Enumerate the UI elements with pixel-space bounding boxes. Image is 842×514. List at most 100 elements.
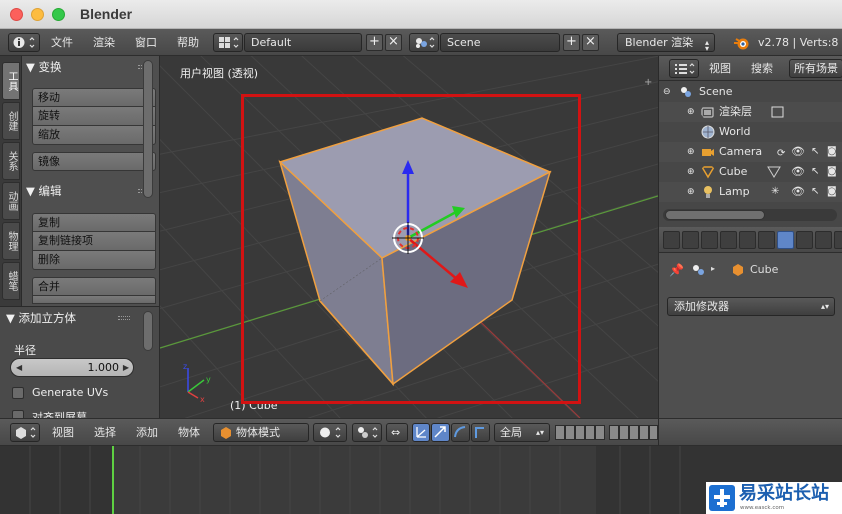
expand-plus-icon[interactable]: ⊕ bbox=[687, 162, 695, 182]
outliner-filter-select[interactable]: 所有场景 bbox=[789, 59, 842, 78]
render-camera-icon[interactable]: ◙ bbox=[827, 142, 837, 162]
view3d-menu-object[interactable]: 物体 bbox=[178, 419, 200, 447]
screen-layout-field[interactable]: Default bbox=[244, 33, 362, 52]
outliner-row-camera[interactable]: ⊕ Camera ⟳ 👁 ↖ ◙ bbox=[659, 142, 842, 162]
view3d-menu-view[interactable]: 视图 bbox=[52, 419, 74, 447]
viewport-corner-plus-icon[interactable]: + bbox=[644, 78, 654, 88]
tab-create[interactable]: 创建 bbox=[2, 102, 20, 140]
align-view-checkbox[interactable] bbox=[12, 410, 24, 418]
layer-button[interactable] bbox=[619, 425, 629, 440]
duplicate-button[interactable]: 复制 bbox=[32, 213, 156, 232]
expand-minus-icon[interactable]: ⊖ bbox=[663, 82, 671, 102]
layer-button[interactable] bbox=[629, 425, 639, 440]
selectable-cursor-icon[interactable]: ↖ bbox=[811, 162, 819, 182]
visibility-eye-icon[interactable]: 👁 bbox=[791, 182, 805, 202]
add-screen-button[interactable]: + bbox=[366, 34, 383, 51]
expand-plus-icon[interactable]: ⊕ bbox=[687, 102, 695, 122]
radius-input[interactable]: ◀ 1.000 ▶ bbox=[10, 358, 134, 377]
menu-file[interactable]: 文件 bbox=[51, 29, 73, 56]
tab-render-icon[interactable] bbox=[663, 231, 680, 249]
screen-layout-browse[interactable] bbox=[213, 33, 243, 52]
zoom-window-button[interactable] bbox=[52, 8, 65, 21]
render-engine-select[interactable]: Blender 渲染 ▴ ▾ bbox=[617, 33, 715, 53]
increment-arrow-icon[interactable]: ▶ bbox=[123, 359, 129, 376]
add-modifier-dropdown[interactable]: 添加修改器 ▴▾ bbox=[667, 297, 835, 316]
pin-icon[interactable]: 📌 bbox=[669, 263, 684, 277]
selectable-cursor-icon[interactable]: ↖ bbox=[811, 182, 819, 202]
outliner-row-lamp[interactable]: ⊕ Lamp ✳ 👁 ↖ ◙ bbox=[659, 182, 842, 202]
3d-viewport[interactable]: z y x 用户视图 (透视) (1) Cube + bbox=[160, 56, 658, 418]
view3d-menu-select[interactable]: 选择 bbox=[94, 419, 116, 447]
mirror-button[interactable]: 镜像 bbox=[32, 152, 156, 171]
layer-button[interactable] bbox=[649, 425, 658, 440]
delete-button[interactable]: 删除 bbox=[32, 251, 156, 270]
view3d-menu-add[interactable]: 添加 bbox=[136, 419, 158, 447]
layer-button[interactable] bbox=[555, 425, 565, 440]
outliner-editor-type[interactable] bbox=[669, 59, 699, 78]
layer-button[interactable] bbox=[609, 425, 619, 440]
menu-help[interactable]: 帮助 bbox=[177, 29, 199, 56]
rotate-button[interactable]: 旋转 bbox=[32, 107, 156, 126]
tab-render-layers-icon[interactable] bbox=[682, 231, 699, 249]
drag-grip-icon[interactable] bbox=[118, 316, 130, 320]
delete-screen-button[interactable]: × bbox=[385, 34, 402, 51]
outliner-row-renderlayers[interactable]: ⊕ 渲染层 bbox=[659, 102, 842, 122]
tab-texture-icon[interactable] bbox=[834, 231, 842, 249]
outliner-menu-view[interactable]: 视图 bbox=[709, 56, 731, 81]
manipulator-toggle[interactable]: ⇔ bbox=[386, 423, 408, 442]
toolshelf-scrollbar[interactable] bbox=[143, 60, 153, 198]
duplicate-linked-button[interactable]: 复制链接项 bbox=[32, 232, 156, 251]
minimize-window-button[interactable] bbox=[31, 8, 44, 21]
tab-animation[interactable]: 动画 bbox=[2, 182, 20, 220]
tab-relations[interactable]: 关系 bbox=[2, 142, 20, 180]
tab-tools[interactable]: 工具 bbox=[2, 62, 20, 100]
menu-window[interactable]: 窗口 bbox=[135, 29, 157, 56]
view3d-editor-type[interactable] bbox=[10, 423, 40, 442]
visibility-eye-icon[interactable]: 👁 bbox=[791, 162, 805, 182]
outliner-hscrollbar[interactable] bbox=[665, 210, 765, 220]
outliner-row-cube[interactable]: ⊕ Cube 👁 ↖ ◙ bbox=[659, 162, 842, 182]
move-button[interactable]: 移动 bbox=[32, 88, 156, 107]
viewport-shading-select[interactable] bbox=[313, 423, 347, 442]
outliner-row-scene[interactable]: ⊖ Scene bbox=[659, 82, 842, 102]
tab-world-icon[interactable] bbox=[720, 231, 737, 249]
rotate-gizmo-button[interactable] bbox=[451, 423, 470, 442]
tab-physics[interactable]: 物理 bbox=[2, 222, 20, 260]
decrement-arrow-icon[interactable]: ◀ bbox=[16, 359, 22, 376]
render-camera-icon[interactable]: ◙ bbox=[827, 182, 837, 202]
transform-panel-header[interactable]: ▼ 变换 bbox=[26, 58, 154, 76]
visibility-eye-icon[interactable]: 👁 bbox=[791, 142, 805, 162]
transform-gizmo-toggle[interactable] bbox=[412, 423, 430, 442]
tab-grease-pencil[interactable]: 蜡笔 bbox=[2, 262, 20, 300]
menu-render[interactable]: 渲染 bbox=[93, 29, 115, 56]
expand-plus-icon[interactable]: ⊕ bbox=[687, 182, 695, 202]
generate-uvs-checkbox[interactable] bbox=[12, 387, 24, 399]
tab-modifiers-wrench-icon[interactable] bbox=[777, 231, 794, 249]
scene-browse[interactable] bbox=[409, 33, 439, 52]
join-button[interactable]: 合并 bbox=[32, 277, 156, 296]
expand-plus-icon[interactable]: ⊕ bbox=[687, 142, 695, 162]
operator-scrollbar[interactable] bbox=[143, 311, 153, 351]
scene-field[interactable]: Scene bbox=[440, 33, 560, 52]
delete-scene-button[interactable]: × bbox=[582, 34, 599, 51]
scale-gizmo-button[interactable] bbox=[471, 423, 490, 442]
translate-gizmo-button[interactable] bbox=[431, 423, 450, 442]
layer-button[interactable] bbox=[595, 425, 605, 440]
edit-panel-header[interactable]: ▼ 编辑 bbox=[26, 182, 154, 200]
layer-button[interactable] bbox=[575, 425, 585, 440]
tab-scene-icon[interactable] bbox=[701, 231, 718, 249]
tab-constraints-icon[interactable] bbox=[758, 231, 775, 249]
layer-button[interactable] bbox=[585, 425, 595, 440]
tab-object-icon[interactable] bbox=[739, 231, 756, 249]
editor-type-button[interactable] bbox=[8, 33, 40, 52]
toolshelf-button-partial[interactable] bbox=[32, 296, 156, 304]
outliner-row-world[interactable]: World bbox=[659, 122, 842, 142]
outliner-menu-search[interactable]: 搜索 bbox=[751, 56, 773, 81]
interaction-mode-select[interactable]: 物体模式 bbox=[213, 423, 309, 442]
tab-data-icon[interactable] bbox=[796, 231, 813, 249]
add-scene-button[interactable]: + bbox=[563, 34, 580, 51]
selectable-cursor-icon[interactable]: ↖ bbox=[811, 142, 819, 162]
pivot-point-select[interactable] bbox=[352, 423, 382, 442]
layer-button[interactable] bbox=[639, 425, 649, 440]
tab-material-icon[interactable] bbox=[815, 231, 832, 249]
